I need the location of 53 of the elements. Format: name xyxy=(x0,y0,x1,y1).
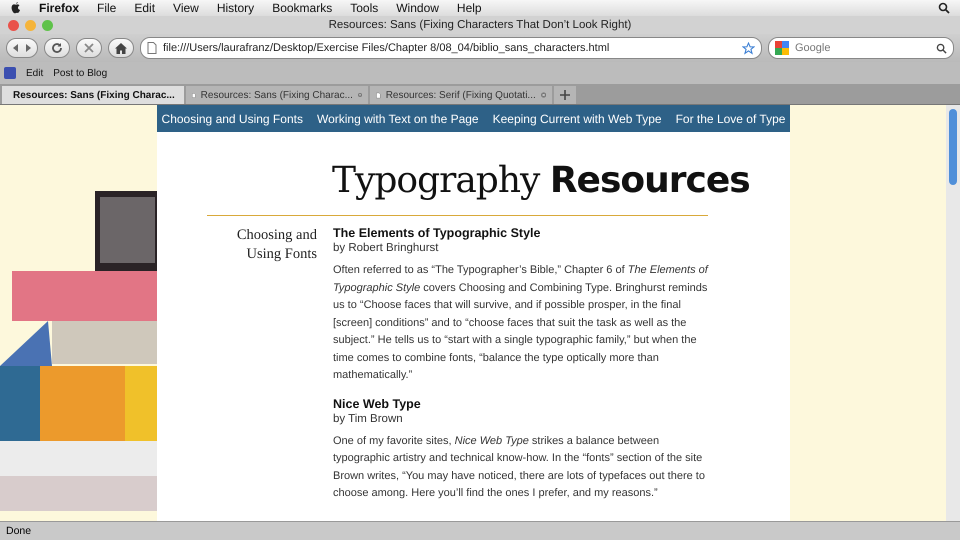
bookmark[interactable]: Post to Blog xyxy=(53,68,108,78)
book-description: One of my favorite sites, Nice Web Type strikes a balance between typographic artistry and technical know-how. In the “fonts” section of the site Brown writes, “You may have noticed, there are lots of typefaces out there to choose among. Here you’ll find the ones I prefer, and my reasons.” xyxy=(333,434,706,501)
nav-link[interactable]: For the Love of Type xyxy=(676,112,786,126)
page-icon xyxy=(376,90,381,100)
browser-tab[interactable]: Resources: Serif (Fixing Quotati... xyxy=(370,86,552,104)
reload-icon xyxy=(51,42,63,54)
menu-item[interactable]: File xyxy=(97,1,116,15)
scrollbar[interactable] xyxy=(946,105,960,521)
window-title: Resources: Sans (Fixing Characters That Don’t Look Right) xyxy=(328,19,632,31)
stop-button[interactable] xyxy=(76,38,102,58)
menu-item[interactable]: View xyxy=(173,1,199,15)
new-tab-button[interactable] xyxy=(554,86,576,104)
section-heading: Choosing and Using Fonts xyxy=(236,226,317,264)
menu-item[interactable]: History xyxy=(216,1,254,15)
book-title: Nice Web Type xyxy=(333,396,422,410)
arrows-icon xyxy=(11,43,33,53)
address-field[interactable]: file:///Users/laurafranz/Desktop/Exercise Files/Chapter 8/08_04/biblio_sans_characters.html xyxy=(140,37,762,59)
home-button[interactable] xyxy=(108,38,134,58)
menu-item[interactable]: Edit xyxy=(134,1,156,15)
close-button[interactable] xyxy=(8,20,19,30)
plus-icon xyxy=(560,90,570,100)
page-title: Typography Resources xyxy=(332,160,751,201)
book-author: by Tim Brown xyxy=(333,412,404,424)
back-button[interactable] xyxy=(6,38,38,58)
book-author: by Robert Bringhurst xyxy=(333,242,440,254)
nav-link[interactable]: Working with Text on the Page xyxy=(316,112,479,126)
book-title: The Elements of Typographic Style xyxy=(333,226,542,240)
menu-item[interactable]: Window xyxy=(396,1,439,15)
close-icon[interactable] xyxy=(540,90,546,100)
reload-button[interactable] xyxy=(44,38,70,58)
book-description: Often referred to as “The Typographer’s Bible,” Chapter 6 of The Elements of Typographic Style covers Choosing and Combining Type. Bringhurst reminds us to “Choose faces that will survive, and if possible prosper, in the final [screen] conditions” and to “choose faces that suit the task as well as the subject.” He tells us to “start with a single typographic family,” but when the time comes to combine fonts, “balance the type optically more than mathematically.” xyxy=(333,263,710,383)
status-text: Done xyxy=(0,521,960,540)
close-icon xyxy=(84,43,94,53)
menu-item[interactable]: Tools xyxy=(350,1,378,15)
menu-item[interactable]: Help xyxy=(456,1,482,15)
menu-item[interactable]: Bookmarks xyxy=(272,1,332,15)
close-icon[interactable] xyxy=(358,90,362,100)
bookmark[interactable]: Edit xyxy=(26,68,44,78)
app-menu[interactable]: Firefox xyxy=(39,1,80,15)
search-icon[interactable] xyxy=(936,42,947,54)
search-input[interactable]: Google xyxy=(793,41,932,55)
search-bar[interactable]: Google xyxy=(768,37,954,59)
browser-tab[interactable]: Resources: Sans (Fixing Charac... xyxy=(186,86,368,104)
home-icon xyxy=(115,42,127,54)
nav-link[interactable]: Choosing and Using Fonts xyxy=(162,112,303,126)
squares-icon[interactable] xyxy=(775,41,789,55)
app-icon[interactable] xyxy=(4,67,16,79)
nav-link[interactable]: Keeping Current with Web Type xyxy=(492,112,662,126)
star-icon[interactable] xyxy=(742,42,755,54)
page-icon xyxy=(147,42,157,54)
search-icon[interactable] xyxy=(938,2,950,14)
apple-icon[interactable] xyxy=(10,2,21,14)
browser-tab[interactable]: Resources: Sans (Fixing Charac... xyxy=(2,86,184,104)
